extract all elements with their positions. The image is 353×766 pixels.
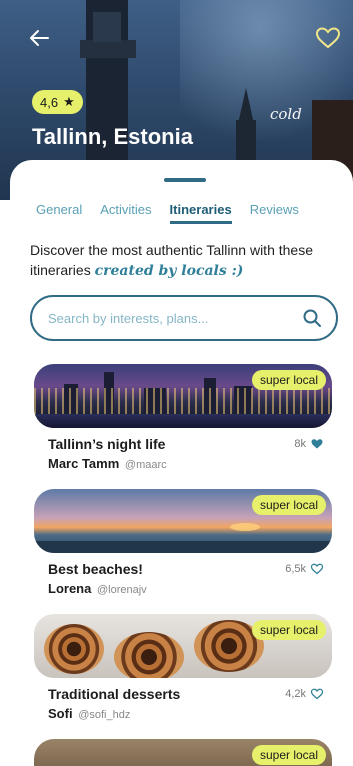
- city-lights: [34, 388, 332, 414]
- itinerary-title: Traditional desserts: [48, 686, 181, 702]
- itinerary-title: Best beaches!: [48, 561, 143, 577]
- search-input[interactable]: [48, 310, 302, 326]
- cinnamon-bun: [44, 624, 104, 674]
- search-icon[interactable]: [302, 308, 322, 328]
- author-handle: @sofi_hdz: [78, 709, 131, 721]
- back-button[interactable]: [26, 26, 52, 50]
- heart-outline-icon: [310, 563, 324, 575]
- heart-outline-icon: [310, 688, 324, 700]
- rating-badge: 4,6 ★: [32, 90, 83, 114]
- itinerary-author: Marc Tamm @maarc: [48, 456, 167, 471]
- like-count[interactable]: 6,5k: [285, 563, 324, 575]
- itinerary-card[interactable]: super local Best beaches! 6,5k Lorena @l…: [34, 489, 332, 596]
- heart-filled-icon: [311, 439, 323, 449]
- tower-belfry: [93, 12, 121, 42]
- super-local-badge: super local: [251, 620, 326, 640]
- rating-value: 4,6: [40, 94, 59, 110]
- author-name: Lorena: [48, 581, 92, 596]
- heart-outline-icon: [315, 27, 341, 49]
- cinnamon-bun: [114, 632, 184, 678]
- tab-bar: General Activities Itineraries Reviews: [10, 202, 353, 224]
- tab-reviews[interactable]: Reviews: [250, 202, 299, 224]
- itinerary-card[interactable]: super local Traditional desserts 4,2k So…: [34, 614, 332, 721]
- beach: [34, 541, 332, 553]
- author-handle: @lorenajv: [96, 584, 147, 596]
- water: [34, 414, 332, 428]
- super-local-badge: super local: [251, 370, 326, 390]
- page-title: Tallinn, Estonia: [32, 124, 193, 149]
- itinerary-title: Tallinn’s night life: [48, 436, 166, 452]
- author-name: Sofi: [48, 706, 73, 721]
- sun-reflection: [230, 523, 260, 531]
- content-sheet: General Activities Itineraries Reviews D…: [10, 160, 353, 766]
- itinerary-author: Sofi @sofi_hdz: [48, 706, 130, 721]
- itinerary-image: super local: [34, 489, 332, 553]
- author-handle: @maarc: [124, 459, 167, 471]
- like-count-value: 4,2k: [285, 688, 306, 700]
- like-count[interactable]: 8k: [294, 438, 324, 450]
- search-bar: [30, 295, 338, 341]
- arrow-left-icon: [30, 30, 49, 46]
- favorite-button[interactable]: [315, 26, 341, 50]
- tab-general[interactable]: General: [36, 202, 82, 224]
- itinerary-image: super local: [34, 614, 332, 678]
- like-count[interactable]: 4,2k: [285, 688, 324, 700]
- super-local-badge: super local: [251, 495, 326, 515]
- intro-highlight: created by locals :): [94, 263, 244, 279]
- itinerary-image: super local: [34, 364, 332, 428]
- sheet-handle[interactable]: [164, 178, 206, 182]
- like-count-value: 8k: [294, 438, 306, 450]
- itinerary-image: super local: [34, 739, 332, 766]
- tower-balcony: [80, 40, 136, 58]
- intro-text: Discover the most authentic Tallinn with…: [30, 240, 340, 281]
- tab-activities[interactable]: Activities: [100, 202, 151, 224]
- itinerary-author: Lorena @lorenajv: [48, 581, 147, 596]
- itinerary-card[interactable]: super local Tallinn’s night life 8k Marc…: [34, 364, 332, 471]
- star-icon: ★: [63, 94, 75, 109]
- photo-caption: cold: [270, 105, 302, 123]
- author-name: Marc Tamm: [48, 456, 120, 471]
- like-count-value: 6,5k: [285, 563, 306, 575]
- tab-itineraries[interactable]: Itineraries: [169, 202, 232, 224]
- itinerary-card[interactable]: super local: [34, 739, 332, 766]
- spire: [238, 88, 254, 124]
- super-local-badge: super local: [251, 745, 326, 765]
